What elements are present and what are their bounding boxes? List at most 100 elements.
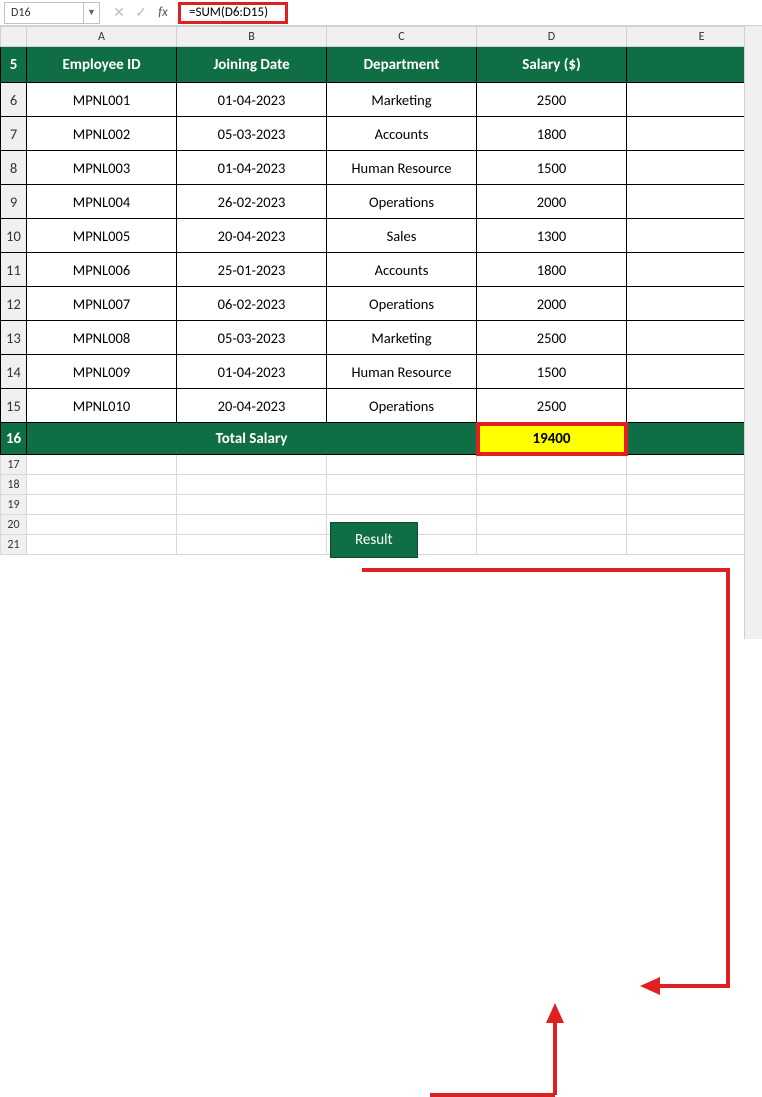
row-header[interactable]: 11 [1, 253, 27, 287]
cell[interactable] [627, 117, 762, 151]
cell[interactable] [627, 287, 762, 321]
cell[interactable]: 2000 [477, 287, 627, 321]
row-header[interactable]: 5 [1, 47, 27, 83]
row-header[interactable]: 14 [1, 355, 27, 389]
cell[interactable] [627, 47, 762, 83]
cell[interactable]: 1300 [477, 219, 627, 253]
total-value-cell[interactable]: 19400 [477, 423, 627, 455]
cell[interactable] [627, 389, 762, 423]
cell[interactable]: 05-03-2023 [177, 117, 327, 151]
row-header[interactable]: 10 [1, 219, 27, 253]
cell[interactable] [327, 455, 477, 475]
row-header[interactable]: 17 [1, 455, 27, 475]
header-department[interactable]: Department [327, 47, 477, 83]
vertical-scrollbar[interactable] [744, 26, 762, 639]
cell[interactable] [627, 83, 762, 117]
row-header[interactable]: 9 [1, 185, 27, 219]
cell[interactable]: 2500 [477, 321, 627, 355]
formula-input[interactable]: =SUM(D6:D15) [178, 2, 288, 24]
cell[interactable] [477, 475, 627, 495]
cell[interactable]: MPNL002 [27, 117, 177, 151]
total-label-cell[interactable]: Total Salary [27, 423, 477, 455]
cell[interactable] [177, 515, 327, 535]
cell[interactable]: MPNL008 [27, 321, 177, 355]
cell[interactable]: MPNL004 [27, 185, 177, 219]
cell[interactable]: Marketing [327, 321, 477, 355]
cell[interactable] [177, 455, 327, 475]
cell[interactable] [177, 535, 327, 555]
cell[interactable]: Operations [327, 185, 477, 219]
header-employee-id[interactable]: Employee ID [27, 47, 177, 83]
row-header[interactable]: 18 [1, 475, 27, 495]
cell[interactable] [627, 455, 762, 475]
cell[interactable]: 01-04-2023 [177, 151, 327, 185]
cell[interactable]: Human Resource [327, 151, 477, 185]
row-header[interactable]: 15 [1, 389, 27, 423]
cell[interactable]: Operations [327, 389, 477, 423]
cell[interactable]: MPNL010 [27, 389, 177, 423]
cell[interactable] [27, 475, 177, 495]
header-joining-date[interactable]: Joining Date [177, 47, 327, 83]
name-box[interactable]: D16 [4, 2, 84, 24]
cell[interactable] [627, 151, 762, 185]
cell[interactable]: 05-03-2023 [177, 321, 327, 355]
cell[interactable]: MPNL009 [27, 355, 177, 389]
col-header-a[interactable]: A [27, 27, 177, 47]
col-header-c[interactable]: C [327, 27, 477, 47]
cell[interactable] [627, 475, 762, 495]
row-header[interactable]: 16 [1, 423, 27, 455]
cell[interactable] [627, 423, 762, 455]
row-header[interactable]: 19 [1, 495, 27, 515]
row-header[interactable]: 12 [1, 287, 27, 321]
select-all-corner[interactable] [1, 27, 27, 47]
row-header[interactable]: 20 [1, 515, 27, 535]
cell[interactable] [627, 219, 762, 253]
cell[interactable] [627, 495, 762, 515]
cell[interactable] [627, 355, 762, 389]
confirm-icon[interactable]: ✓ [130, 2, 152, 24]
cell[interactable] [177, 495, 327, 515]
cell[interactable] [477, 535, 627, 555]
cell[interactable] [627, 185, 762, 219]
cell[interactable]: 06-02-2023 [177, 287, 327, 321]
cell[interactable]: MPNL007 [27, 287, 177, 321]
cell[interactable]: 01-04-2023 [177, 83, 327, 117]
cell[interactable]: Sales [327, 219, 477, 253]
row-header[interactable]: 6 [1, 83, 27, 117]
cell[interactable] [27, 495, 177, 515]
cell[interactable]: MPNL003 [27, 151, 177, 185]
cell[interactable]: 1500 [477, 151, 627, 185]
cell[interactable]: 20-04-2023 [177, 389, 327, 423]
cell[interactable] [477, 515, 627, 535]
cell[interactable] [177, 475, 327, 495]
cell[interactable] [627, 535, 762, 555]
cell[interactable]: 1800 [477, 117, 627, 151]
cell[interactable]: MPNL001 [27, 83, 177, 117]
cell[interactable] [627, 253, 762, 287]
row-header[interactable]: 7 [1, 117, 27, 151]
cell[interactable] [627, 515, 762, 535]
cell[interactable]: 2500 [477, 389, 627, 423]
cell[interactable]: 20-04-2023 [177, 219, 327, 253]
cell[interactable]: 1500 [477, 355, 627, 389]
cell[interactable]: 25-01-2023 [177, 253, 327, 287]
col-header-e[interactable]: E [627, 27, 762, 47]
cancel-icon[interactable]: ✕ [108, 2, 130, 24]
cell[interactable]: MPNL006 [27, 253, 177, 287]
cell[interactable]: Accounts [327, 117, 477, 151]
cell[interactable] [477, 495, 627, 515]
cell[interactable]: 01-04-2023 [177, 355, 327, 389]
col-header-b[interactable]: B [177, 27, 327, 47]
cell[interactable] [27, 455, 177, 475]
cell[interactable] [327, 495, 477, 515]
cell[interactable] [477, 455, 627, 475]
cell[interactable]: 1800 [477, 253, 627, 287]
cell[interactable]: Operations [327, 287, 477, 321]
fx-icon[interactable]: fx [152, 2, 174, 24]
cell[interactable] [27, 535, 177, 555]
cell[interactable] [627, 321, 762, 355]
cell[interactable] [327, 475, 477, 495]
cell[interactable]: Human Resource [327, 355, 477, 389]
row-header[interactable]: 8 [1, 151, 27, 185]
cell[interactable]: 2000 [477, 185, 627, 219]
